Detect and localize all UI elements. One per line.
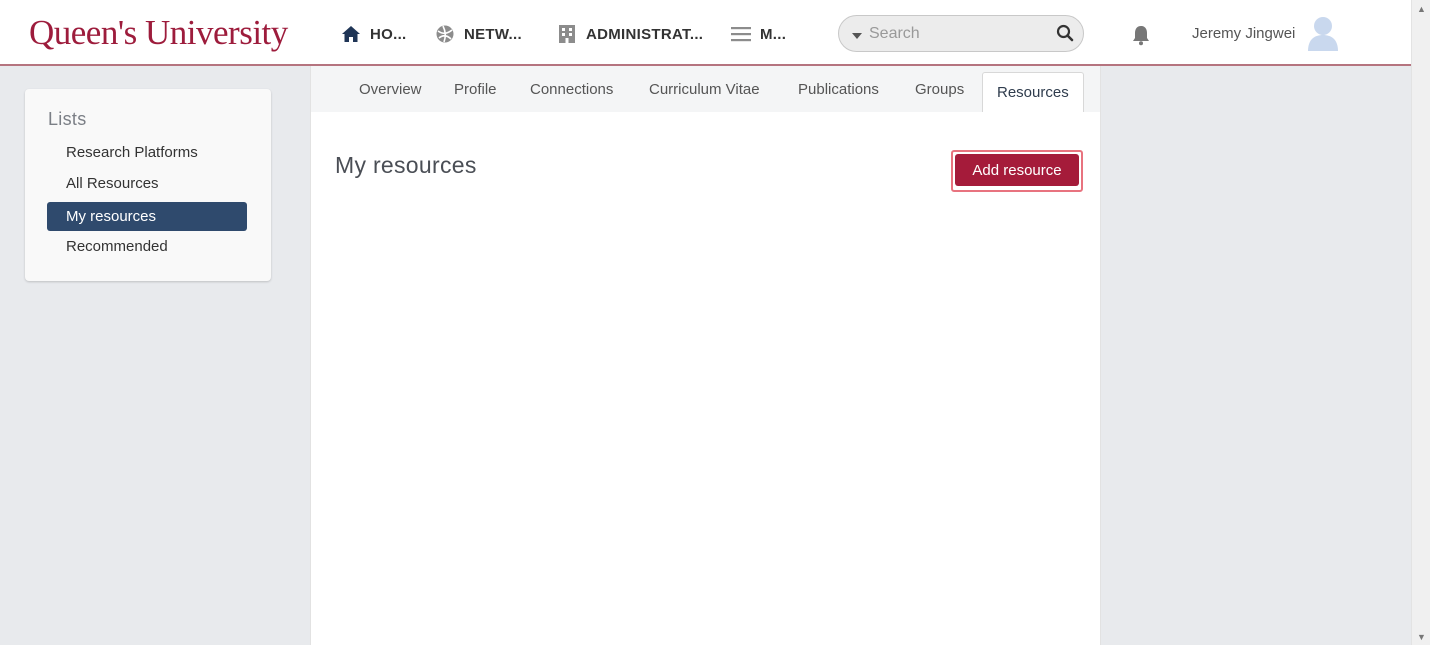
tab-curriculum-vitae[interactable]: Curriculum Vitae — [649, 66, 760, 112]
search-icon[interactable] — [1056, 24, 1074, 47]
lists-sidebar: Lists Research Platforms All Resources M… — [25, 89, 271, 281]
nav-item-home[interactable]: HO... — [340, 22, 407, 46]
main-content-panel: Overview Profile Connections Curriculum … — [310, 66, 1101, 645]
scroll-down-arrow-icon[interactable]: ▼ — [1417, 632, 1426, 642]
add-resource-button[interactable]: Add resource — [955, 154, 1079, 186]
user-avatar[interactable] — [1307, 15, 1339, 51]
page-title: My resources — [335, 152, 477, 178]
network-globe-icon — [434, 23, 456, 45]
scroll-up-arrow-icon[interactable]: ▲ — [1417, 4, 1426, 14]
search-box — [838, 15, 1084, 52]
nav-item-label: HO... — [370, 25, 407, 43]
nav-item-label: NETW... — [464, 25, 522, 43]
home-icon — [340, 23, 362, 45]
profile-tabs: Overview Profile Connections Curriculum … — [311, 66, 1100, 112]
sidebar-item-research-platforms[interactable]: Research Platforms — [47, 138, 247, 167]
tab-resources[interactable]: Resources — [982, 72, 1084, 112]
nav-item-menu[interactable]: M... — [730, 22, 786, 46]
search-scope-dropdown-icon[interactable] — [851, 28, 863, 46]
sidebar-item-all-resources[interactable]: All Resources — [47, 169, 247, 198]
tab-publications[interactable]: Publications — [798, 66, 879, 112]
tab-overview[interactable]: Overview — [359, 66, 422, 112]
nav-item-network[interactable]: NETW... — [434, 22, 522, 46]
tab-connections[interactable]: Connections — [530, 66, 613, 112]
university-logo[interactable]: Queen's University — [29, 13, 288, 53]
hamburger-menu-icon — [730, 23, 752, 45]
building-icon — [556, 23, 578, 45]
search-input[interactable] — [869, 23, 1049, 45]
user-name[interactable]: Jeremy Jingwei — [1192, 25, 1295, 42]
nav-item-label: M... — [760, 25, 787, 43]
notifications-bell-icon[interactable] — [1130, 24, 1152, 51]
sidebar-item-my-resources[interactable]: My resources — [47, 202, 247, 231]
sidebar-item-recommended[interactable]: Recommended — [47, 232, 247, 261]
nav-item-label: ADMINISTRAT... — [586, 25, 704, 43]
nav-item-administration[interactable]: ADMINISTRAT... — [556, 22, 703, 46]
tab-profile[interactable]: Profile — [454, 66, 497, 112]
tab-groups[interactable]: Groups — [915, 66, 964, 112]
top-navigation-bar: Queen's University HO... NETW... ADMINIS… — [0, 0, 1411, 66]
page-scrollbar[interactable]: ▲ ▼ — [1411, 0, 1430, 645]
sidebar-title: Lists — [48, 109, 87, 129]
